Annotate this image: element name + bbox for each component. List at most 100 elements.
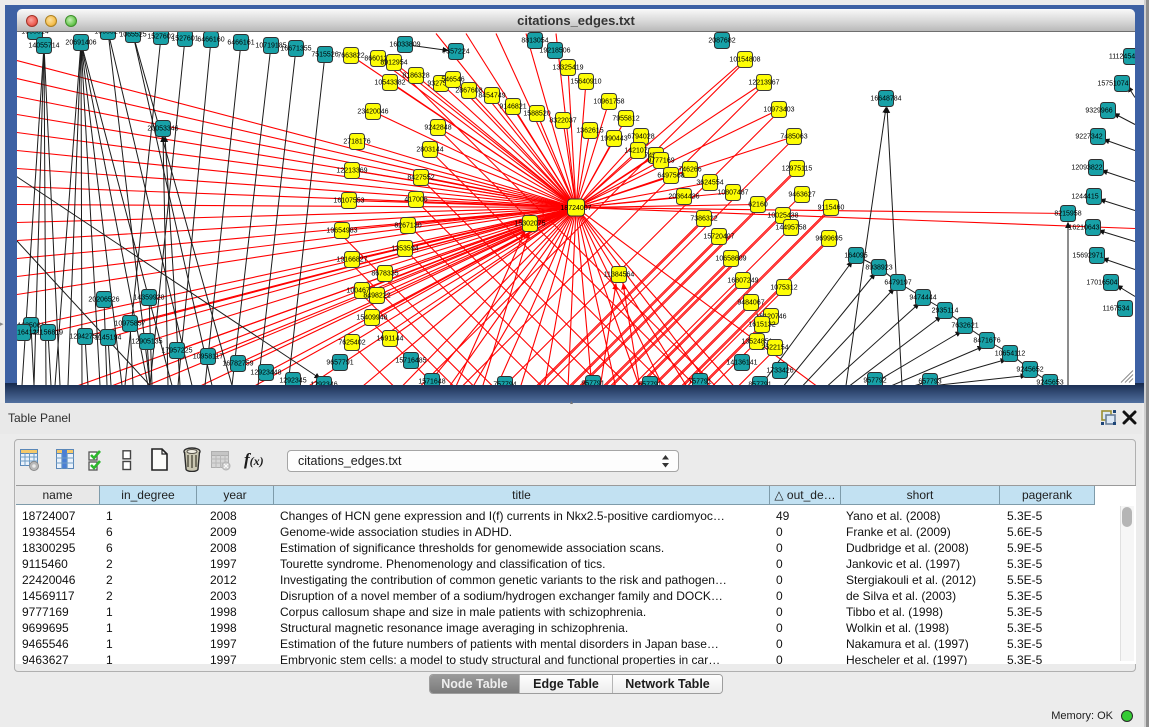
svg-text:6794028: 6794028 xyxy=(627,134,654,141)
svg-text:9242848: 9242848 xyxy=(424,125,451,132)
svg-text:13325419: 13325419 xyxy=(552,65,583,72)
svg-text:16648784: 16648784 xyxy=(870,96,901,103)
svg-text:164095: 164095 xyxy=(844,253,867,260)
svg-text:20364436: 20364436 xyxy=(668,194,699,201)
svg-text:15716485: 15716485 xyxy=(395,358,426,365)
svg-text:9474444: 9474444 xyxy=(909,295,936,302)
svg-text:20691406: 20691406 xyxy=(65,40,96,47)
svg-text:857791: 857791 xyxy=(748,382,771,385)
svg-text:9777169: 9777169 xyxy=(647,158,674,165)
svg-text:14359928: 14359928 xyxy=(133,295,164,302)
svg-text:6497568: 6497568 xyxy=(657,173,684,180)
svg-text:1065527: 1065527 xyxy=(94,32,121,36)
svg-text:1615132: 1615132 xyxy=(748,322,775,329)
svg-text:10807487: 10807487 xyxy=(717,190,748,197)
svg-text:1167534: 1167534 xyxy=(1103,306,1130,313)
svg-text:7357224: 7357224 xyxy=(442,49,469,56)
svg-text:16807249: 16807249 xyxy=(727,278,758,285)
svg-text:15720407: 15720407 xyxy=(703,234,734,241)
svg-text:7955812: 7955812 xyxy=(612,116,639,123)
svg-text:8322037: 8322037 xyxy=(549,118,576,125)
svg-text:16671355: 16671355 xyxy=(280,46,311,53)
svg-text:2803144: 2803144 xyxy=(416,147,443,154)
svg-text:10025438: 10025438 xyxy=(767,213,798,220)
svg-text:417006: 417006 xyxy=(404,197,427,204)
svg-text:8813054: 8813054 xyxy=(521,38,548,45)
svg-text:2935114: 2935114 xyxy=(932,308,959,315)
svg-text:1733426: 1733426 xyxy=(766,368,793,375)
svg-text:1588520: 1588520 xyxy=(523,111,550,118)
svg-text:23420046: 23420046 xyxy=(357,109,388,116)
svg-text:9115460: 9115460 xyxy=(818,205,845,212)
svg-text:9245652: 9245652 xyxy=(1016,367,1043,374)
svg-text:8267130: 8267130 xyxy=(394,223,421,230)
svg-text:8454749: 8454749 xyxy=(478,93,505,100)
svg-text:10975857: 10975857 xyxy=(114,321,145,328)
svg-text:9146821: 9146821 xyxy=(499,104,526,111)
svg-text:10654112: 10654112 xyxy=(995,351,1026,358)
svg-text:9245653: 9245653 xyxy=(1036,380,1063,385)
svg-text:1362615: 1362615 xyxy=(576,128,603,135)
svg-text:7663822: 7663822 xyxy=(337,53,364,60)
svg-text:9699695: 9699695 xyxy=(815,236,842,243)
svg-text:546546: 546546 xyxy=(441,77,464,84)
svg-text:9484067: 9484067 xyxy=(737,300,764,307)
svg-text:9329966: 9329966 xyxy=(1085,108,1112,115)
svg-text:1292346: 1292346 xyxy=(310,382,337,385)
svg-text:2718176: 2718176 xyxy=(343,139,370,146)
svg-text:1990443: 1990443 xyxy=(600,136,627,143)
svg-text:10958117: 10958117 xyxy=(193,354,224,361)
svg-text:2087682: 2087682 xyxy=(708,38,735,45)
svg-text:15640910: 15640910 xyxy=(570,79,601,86)
svg-text:8186328: 8186328 xyxy=(402,73,429,80)
svg-text:19218506: 19218506 xyxy=(539,48,570,55)
svg-text:9463627: 9463627 xyxy=(788,192,815,199)
svg-text:8498222: 8498222 xyxy=(363,293,390,300)
svg-text:9227342: 9227342 xyxy=(1075,134,1102,141)
svg-text:16107553: 16107553 xyxy=(333,198,364,205)
svg-text:8938923: 8938923 xyxy=(865,265,892,272)
svg-text:757794: 757794 xyxy=(493,382,516,385)
svg-text:12905135: 12905135 xyxy=(131,339,162,346)
svg-text:16210643: 16210643 xyxy=(1068,225,1099,232)
svg-text:2522154: 2522154 xyxy=(761,345,788,352)
svg-text:7515526: 7515526 xyxy=(311,52,338,59)
svg-text:11156819: 11156819 xyxy=(33,330,63,337)
svg-text:18724007: 18724007 xyxy=(560,205,591,212)
svg-text:15409948: 15409948 xyxy=(356,315,387,322)
svg-text:1353594: 1353594 xyxy=(391,246,418,253)
svg-text:7485063: 7485063 xyxy=(780,134,807,141)
svg-text:17957225: 17957225 xyxy=(161,348,192,355)
svg-text:6479197: 6479197 xyxy=(884,280,911,287)
svg-text:19654983: 19654983 xyxy=(326,228,357,235)
svg-text:8678335: 8678335 xyxy=(371,271,398,278)
svg-text:20053346: 20053346 xyxy=(147,126,178,133)
svg-text:16782759: 16782759 xyxy=(222,361,253,368)
svg-text:15692971: 15692971 xyxy=(1072,253,1103,260)
svg-text:62160: 62160 xyxy=(748,202,768,209)
svg-text:10658609: 10658609 xyxy=(715,256,746,263)
svg-text:8912954: 8912954 xyxy=(380,60,407,67)
svg-text:12213967: 12213967 xyxy=(748,80,779,87)
svg-text:7632621: 7632621 xyxy=(951,323,978,330)
svg-text:15302075: 15302075 xyxy=(514,221,545,228)
svg-text:10961758: 10961758 xyxy=(593,99,624,106)
svg-text:14136141: 14136141 xyxy=(726,360,757,367)
svg-text:12093822: 12093822 xyxy=(1071,165,1102,172)
svg-text:757791: 757791 xyxy=(688,379,711,385)
svg-text:15751074: 15751074 xyxy=(1097,81,1128,88)
svg-text:1065525: 1065525 xyxy=(119,32,146,39)
svg-text:19166827: 19166827 xyxy=(336,257,367,264)
svg-text:1112454: 1112454 xyxy=(1109,54,1135,61)
svg-text:7625402: 7625402 xyxy=(338,340,365,347)
svg-text:6466160: 6466160 xyxy=(197,37,224,44)
svg-text:1075312: 1075312 xyxy=(770,285,797,292)
svg-text:12213369: 12213369 xyxy=(336,168,367,175)
svg-text:1527601: 1527601 xyxy=(171,36,198,43)
svg-text:957791: 957791 xyxy=(581,381,604,385)
svg-text:10543382: 10543382 xyxy=(374,80,405,87)
svg-text:1905514: 1905514 xyxy=(21,32,48,36)
svg-text:8471676: 8471676 xyxy=(973,338,1000,345)
svg-text:10154808: 10154808 xyxy=(729,57,760,64)
svg-text:657793: 657793 xyxy=(918,379,941,385)
